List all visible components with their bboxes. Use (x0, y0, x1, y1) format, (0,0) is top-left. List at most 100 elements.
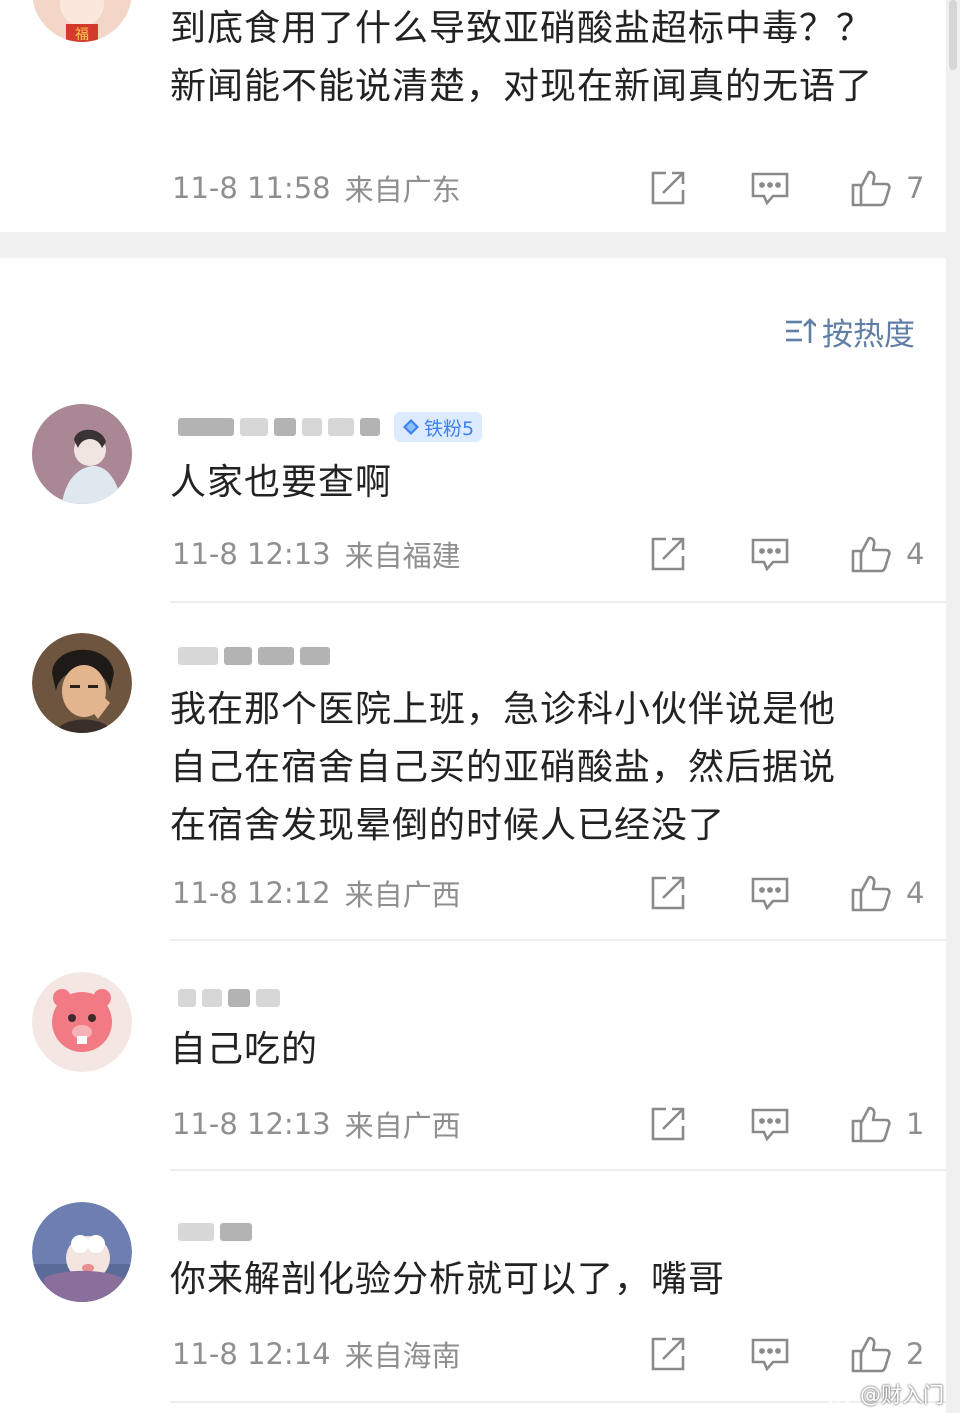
comment-icon (751, 1338, 789, 1372)
comment-item: 铁粉5 人家也要查啊 11-8 12:13 来自福建 4 (0, 392, 946, 602)
avatar[interactable] (32, 633, 132, 733)
blur-block (258, 647, 294, 665)
comment-meta: 11-8 12:13 来自福建 (172, 534, 461, 574)
comment-text: 到底食用了什么导致亚硝酸盐超标中毒？？ 新闻能不能说清楚，对现在新闻真的无语了 (170, 0, 890, 116)
scrollbar-thumb[interactable] (949, 0, 957, 70)
comment-text: 人家也要查啊 (170, 462, 393, 503)
comment-text-line: 在宿舍发现晕倒的时候人已经没了 (170, 805, 726, 846)
share-icon (651, 537, 685, 571)
username-blurred[interactable] (178, 983, 280, 1013)
share-icon (651, 876, 685, 910)
like-count: 2 (906, 1337, 925, 1371)
avatar[interactable] (32, 972, 132, 1072)
share-button[interactable] (648, 166, 688, 210)
fan-badge[interactable]: 铁粉5 (394, 412, 483, 442)
comment-icon (751, 172, 789, 206)
blur-block (360, 418, 380, 436)
blur-block (256, 989, 280, 1007)
like-count: 1 (906, 1107, 925, 1141)
reply-button[interactable] (750, 166, 790, 210)
sort-label: 按热度 (822, 316, 915, 353)
share-button[interactable] (648, 532, 688, 576)
blur-block (228, 989, 250, 1007)
reply-button[interactable] (750, 1102, 790, 1146)
like-button[interactable]: 4 (850, 532, 924, 576)
username-blurred[interactable]: 铁粉5 (178, 412, 483, 442)
comment-actions: 4 (648, 532, 938, 576)
top-comment: 福 到底食用了什么导致亚硝酸盐超标中毒？？ 新闻能不能说清楚，对现在新闻真的无语… (0, 0, 946, 232)
comment-item: 自己吃的 11-8 12:13 来自广西 1 (0, 941, 946, 1171)
comment-page: 福 到底食用了什么导致亚硝酸盐超标中毒？？ 新闻能不能说清楚，对现在新闻真的无语… (0, 0, 960, 1413)
comment-meta: 11-8 12:14 来自海南 (172, 1334, 461, 1374)
share-button[interactable] (648, 1332, 688, 1376)
blur-block (202, 989, 222, 1007)
sort-by-hot-button[interactable]: 按热度 (784, 306, 915, 356)
avatar[interactable]: 福 (32, 0, 132, 42)
comment-location: 来自广西 (344, 1109, 461, 1143)
comment-text-line: 新闻能不能说清楚，对现在新闻真的无语了 (170, 66, 874, 107)
reply-button[interactable] (750, 1332, 790, 1376)
like-button[interactable]: 7 (850, 166, 924, 210)
comment-icon (751, 538, 789, 572)
watermark-text: @财入门 (860, 1383, 944, 1407)
comment-actions: 7 (648, 166, 938, 210)
reply-button[interactable] (750, 871, 790, 915)
weibo-logo-icon (827, 1383, 855, 1406)
blur-block (178, 1223, 214, 1241)
share-button[interactable] (648, 871, 688, 915)
avatar[interactable] (32, 404, 132, 504)
username-blurred[interactable] (178, 1217, 252, 1247)
comment-text-line: 到底食用了什么导致亚硝酸盐超标中毒？？ (170, 8, 874, 49)
comment-time: 11-8 12:14 (172, 1337, 331, 1371)
blur-block (300, 647, 330, 665)
comment-actions: 2 (648, 1332, 938, 1376)
comment-time: 11-8 12:13 (172, 537, 331, 571)
comment-time: 11-8 12:12 (172, 876, 331, 910)
blur-block (302, 418, 322, 436)
svg-text:福: 福 (75, 27, 89, 42)
username-blurred[interactable] (178, 641, 330, 671)
comment-meta: 11-8 12:12 来自广西 (172, 873, 461, 913)
scrollbar[interactable] (946, 0, 960, 1413)
like-count: 4 (906, 876, 925, 910)
like-button[interactable]: 1 (850, 1102, 924, 1146)
like-button[interactable]: 4 (850, 871, 924, 915)
blur-block (220, 1223, 252, 1241)
comment-icon (751, 1108, 789, 1142)
blur-block (178, 647, 218, 665)
comment-icon (751, 877, 789, 911)
blur-block (224, 647, 252, 665)
thumbs-up-icon (851, 875, 891, 912)
sort-icon (786, 318, 816, 343)
comment-time: 11-8 12:13 (172, 1107, 331, 1141)
blur-block (240, 418, 268, 436)
share-icon (651, 1107, 685, 1141)
like-count: 4 (906, 537, 925, 571)
comment-actions: 4 (648, 871, 938, 915)
section-divider (0, 232, 946, 258)
share-icon (651, 1337, 685, 1371)
avatar[interactable] (32, 1202, 132, 1302)
share-icon (651, 171, 685, 205)
comment-meta: 11-8 11:58 来自广东 (172, 168, 461, 208)
blur-block (178, 418, 234, 436)
comment-text: 我在那个医院上班，急诊科小伙伴说是他 自己在宿舍自己买的亚硝酸盐，然后据说 在宿… (170, 681, 890, 855)
like-button[interactable]: 2 (850, 1332, 924, 1376)
thumbs-up-icon (851, 1336, 891, 1373)
badge-label: 铁粉5 (424, 417, 475, 440)
comment-text: 自己吃的 (170, 1029, 319, 1070)
comment-item: 你来解剖化验分析就可以了，嘴哥 11-8 12:14 来自海南 2 (0, 1171, 946, 1401)
blur-block (274, 418, 296, 436)
comment-location: 来自广东 (344, 173, 461, 207)
watermark: @财入门 (826, 1377, 944, 1411)
blur-block (178, 989, 196, 1007)
thumbs-up-icon (851, 1106, 891, 1143)
reply-button[interactable] (750, 532, 790, 576)
comment-item: 我在那个医院上班，急诊科小伙伴说是他 自己在宿舍自己买的亚硝酸盐，然后据说 在宿… (0, 603, 946, 941)
comment-location: 来自海南 (344, 1339, 461, 1373)
comment-text: 你来解剖化验分析就可以了，嘴哥 (170, 1259, 726, 1300)
like-count: 7 (906, 171, 925, 205)
diamond-icon (403, 419, 419, 435)
share-button[interactable] (648, 1102, 688, 1146)
comment-text-line: 自己在宿舍自己买的亚硝酸盐，然后据说 (170, 747, 837, 788)
